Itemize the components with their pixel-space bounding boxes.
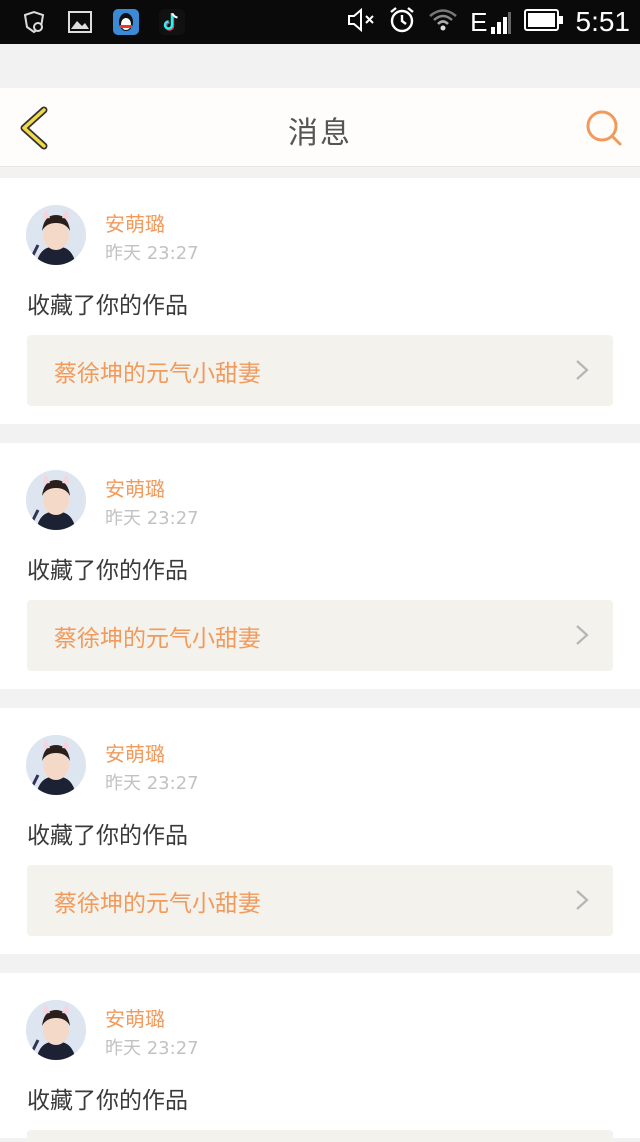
tiktok-icon bbox=[156, 6, 188, 38]
notification-card: 安萌璐 昨天 23:27 收藏了你的作品 蔡徐坤的元气小甜妻 bbox=[0, 708, 640, 954]
work-title: 蔡徐坤的元气小甜妻 bbox=[54, 891, 261, 917]
avatar[interactable] bbox=[26, 1000, 86, 1060]
alarm-icon bbox=[388, 6, 416, 38]
top-spacer bbox=[0, 44, 640, 88]
username[interactable]: 安萌璐 bbox=[105, 1003, 165, 1032]
qq-icon bbox=[110, 6, 142, 38]
timestamp: 昨天 23:27 bbox=[105, 1038, 199, 1059]
work-title: 蔡徐坤的元气小甜妻 bbox=[54, 361, 261, 387]
work-link[interactable] bbox=[27, 1130, 613, 1142]
action-text: 收藏了你的作品 bbox=[27, 823, 188, 849]
notification-card: 安萌璐 昨天 23:27 收藏了你的作品 bbox=[0, 973, 640, 1142]
status-time: 5:51 bbox=[575, 6, 631, 37]
work-link[interactable]: 蔡徐坤的元气小甜妻 bbox=[27, 865, 613, 936]
network-type: E bbox=[470, 7, 488, 37]
username[interactable]: 安萌璐 bbox=[105, 208, 165, 237]
timestamp: 昨天 23:27 bbox=[105, 243, 199, 264]
username[interactable]: 安萌璐 bbox=[105, 473, 165, 502]
status-bar: E 5:51 bbox=[0, 0, 640, 44]
mute-icon bbox=[346, 7, 376, 37]
username[interactable]: 安萌璐 bbox=[105, 738, 165, 767]
chevron-right-icon bbox=[576, 890, 589, 910]
work-title: 蔡徐坤的元气小甜妻 bbox=[54, 626, 261, 652]
avatar[interactable] bbox=[26, 205, 86, 265]
action-text: 收藏了你的作品 bbox=[27, 558, 188, 584]
search-button[interactable] bbox=[584, 108, 624, 148]
timestamp: 昨天 23:27 bbox=[105, 773, 199, 794]
avatar[interactable] bbox=[26, 735, 86, 795]
action-text: 收藏了你的作品 bbox=[27, 293, 188, 319]
chevron-right-icon bbox=[576, 360, 589, 380]
work-link[interactable]: 蔡徐坤的元气小甜妻 bbox=[27, 600, 613, 671]
page-title: 消息 bbox=[288, 116, 352, 151]
battery-icon bbox=[523, 9, 564, 35]
gallery-icon bbox=[64, 6, 96, 38]
nav-bar: 消息 bbox=[0, 88, 640, 167]
chevron-right-icon bbox=[576, 625, 589, 645]
work-link[interactable]: 蔡徐坤的元气小甜妻 bbox=[27, 335, 613, 406]
timestamp: 昨天 23:27 bbox=[105, 508, 199, 529]
avatar[interactable] bbox=[26, 470, 86, 530]
notification-card: 安萌璐 昨天 23:27 收藏了你的作品 蔡徐坤的元气小甜妻 bbox=[0, 443, 640, 689]
signal-icon: E bbox=[470, 9, 511, 35]
vpn-icon bbox=[18, 6, 50, 38]
action-text: 收藏了你的作品 bbox=[27, 1088, 188, 1114]
wifi-icon bbox=[428, 8, 458, 36]
notification-card: 安萌璐 昨天 23:27 收藏了你的作品 蔡徐坤的元气小甜妻 bbox=[0, 178, 640, 424]
search-icon bbox=[586, 110, 622, 146]
